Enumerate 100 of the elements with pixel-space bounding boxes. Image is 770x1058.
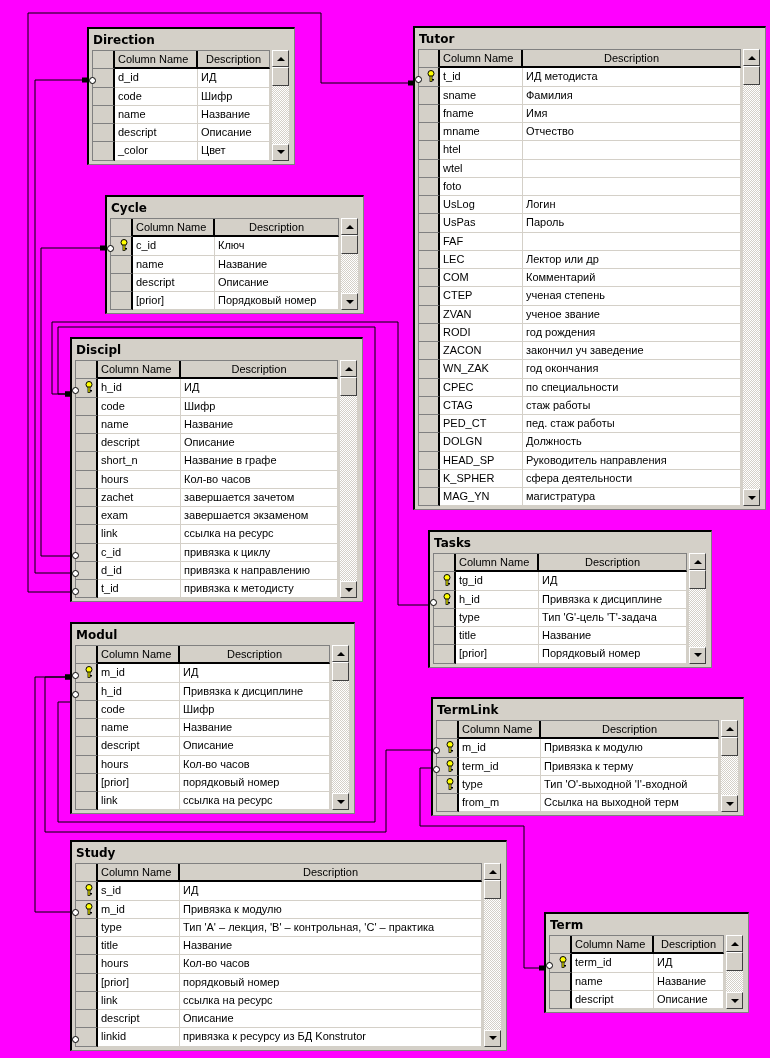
- row-selector[interactable]: [76, 737, 98, 756]
- scroll-thumb[interactable]: [721, 737, 738, 756]
- scroll-thumb[interactable]: [332, 662, 349, 681]
- relationship-line[interactable]: [51, 321, 431, 606]
- row-selector[interactable]: [419, 269, 440, 288]
- scroll-down-button[interactable]: [332, 793, 349, 811]
- table-window[interactable]: Tasks Column Name Description tg_id ИД h_id Привязка к дисциплине type Тип 'G'-цель 'T'-задача title Название [prior] Порядковый номер: [428, 530, 712, 668]
- scrollbar[interactable]: [726, 935, 743, 1009]
- table-cell: Имя: [523, 104, 741, 123]
- row-selector[interactable]: [76, 719, 98, 738]
- row-selector[interactable]: [434, 645, 456, 664]
- column-header[interactable]: Column Name: [115, 51, 198, 70]
- row-selector[interactable]: [111, 292, 133, 311]
- row-selector[interactable]: [93, 142, 115, 161]
- scroll-down-button[interactable]: [340, 581, 357, 599]
- scroll-thumb[interactable]: [341, 235, 358, 254]
- row-selector[interactable]: [76, 1010, 98, 1029]
- row-selector[interactable]: [434, 572, 456, 591]
- scroll-up-button[interactable]: [721, 720, 738, 737]
- row-selector[interactable]: [419, 141, 440, 160]
- row-selector[interactable]: [76, 507, 98, 526]
- column-header[interactable]: Column Name: [98, 646, 180, 665]
- column-header[interactable]: Column Name: [440, 50, 523, 69]
- column-header[interactable]: Column Name: [456, 554, 539, 573]
- scroll-thumb[interactable]: [726, 952, 743, 971]
- column-header[interactable]: Column Name: [572, 936, 654, 955]
- table-window[interactable]: [70, 840, 507, 1051]
- row-selector[interactable]: [419, 287, 440, 306]
- column-header[interactable]: Description: [541, 721, 719, 740]
- scroll-up-button[interactable]: [484, 863, 501, 880]
- table-cell: [prior]: [133, 292, 215, 311]
- table-window[interactable]: TermLink Column Name Description m_id Привязка к модулю term_id Привязка к терму type Тип 'O'-выходной 'I'-входной from_m Ссылка на выходной терм: [431, 697, 744, 817]
- table-window[interactable]: Cycle Column Name Description c_id Ключ name Название descript Описание [prior] Порядковый номер: [105, 195, 364, 315]
- row-selector[interactable]: [419, 123, 440, 142]
- scroll-thumb[interactable]: [743, 66, 760, 85]
- scroll-up-button[interactable]: [272, 50, 289, 67]
- relationship-line[interactable]: [57, 326, 376, 823]
- scroll-thumb[interactable]: [272, 67, 289, 86]
- row-selector[interactable]: [419, 415, 440, 434]
- table-window[interactable]: Term Column Name Description term_id ИД name Название descript Описание: [544, 912, 749, 1013]
- row-selector[interactable]: [76, 434, 98, 453]
- column-header[interactable]: Description: [181, 361, 338, 380]
- column-header[interactable]: Description: [654, 936, 724, 955]
- row-selector[interactable]: [76, 955, 98, 974]
- row-selector[interactable]: [419, 360, 440, 379]
- column-header[interactable]: Column Name: [459, 721, 541, 740]
- scroll-up-button[interactable]: [726, 935, 743, 952]
- relationship-line[interactable]: [27, 12, 414, 593]
- row-selector[interactable]: [76, 882, 98, 901]
- row-selector[interactable]: [76, 937, 98, 956]
- scroll-down-button[interactable]: [341, 293, 358, 311]
- row-selector[interactable]: [76, 792, 98, 811]
- scroll-up-button[interactable]: [689, 553, 706, 570]
- scroll-up-button[interactable]: [332, 645, 349, 662]
- scroll-thumb[interactable]: [484, 880, 501, 899]
- row-selector[interactable]: [419, 196, 440, 215]
- table-window[interactable]: [70, 337, 363, 603]
- row-selector[interactable]: [76, 452, 98, 471]
- scroll-up-button[interactable]: [340, 360, 357, 377]
- table-window[interactable]: [413, 26, 766, 511]
- scroll-down-button[interactable]: [484, 1029, 501, 1047]
- scrollbar[interactable]: [743, 49, 760, 507]
- table-window[interactable]: Direction Column Name Description d_id ИД code Шифр name Название descript Описание _color Цвет: [87, 27, 295, 165]
- column-header[interactable]: Column Name: [133, 219, 215, 238]
- column-header[interactable]: Column Name: [98, 864, 180, 883]
- column-header[interactable]: Description: [539, 554, 687, 573]
- row-selector[interactable]: [419, 433, 440, 452]
- row-selector[interactable]: [76, 525, 98, 544]
- scrollbar[interactable]: [341, 218, 358, 311]
- row-selector[interactable]: [437, 794, 459, 813]
- table-cell: [prior]: [98, 973, 180, 992]
- column-header[interactable]: Description: [198, 51, 270, 70]
- column-header[interactable]: Column Name: [98, 361, 181, 380]
- scrollbar[interactable]: [484, 863, 501, 1047]
- scroll-thumb[interactable]: [340, 377, 357, 396]
- scroll-down-button[interactable]: [689, 646, 706, 664]
- scroll-down-button[interactable]: [721, 795, 738, 813]
- row-selector[interactable]: [419, 342, 440, 361]
- scrollbar[interactable]: [689, 553, 706, 664]
- row-selector[interactable]: [93, 124, 115, 143]
- row-selector[interactable]: [434, 627, 456, 646]
- scrollbar[interactable]: [340, 360, 357, 599]
- scroll-up-button[interactable]: [743, 49, 760, 66]
- row-selector[interactable]: [419, 488, 440, 507]
- scroll-thumb[interactable]: [689, 570, 706, 589]
- column-header[interactable]: Description: [523, 50, 741, 69]
- table-window[interactable]: Modul Column Name Description m_id ИД h_id Привязка к дисциплине code Шифр name Название descript Описание hours Кол-во часов [prior] порядковый номер link ссылка на ресурс: [70, 622, 355, 815]
- scroll-down-button[interactable]: [743, 489, 760, 507]
- row-selector[interactable]: [419, 214, 440, 233]
- scroll-down-button[interactable]: [272, 143, 289, 161]
- scroll-up-button[interactable]: [341, 218, 358, 235]
- scrollbar[interactable]: [272, 50, 289, 161]
- column-header[interactable]: Description: [215, 219, 339, 238]
- relationship-line[interactable]: [34, 674, 73, 913]
- scroll-down-button[interactable]: [726, 992, 743, 1009]
- scrollbar[interactable]: [721, 720, 738, 813]
- column-header[interactable]: Description: [180, 646, 330, 665]
- scrollbar[interactable]: [332, 645, 349, 811]
- table-cell: K_SPHER: [440, 469, 523, 488]
- column-header[interactable]: Description: [180, 864, 482, 883]
